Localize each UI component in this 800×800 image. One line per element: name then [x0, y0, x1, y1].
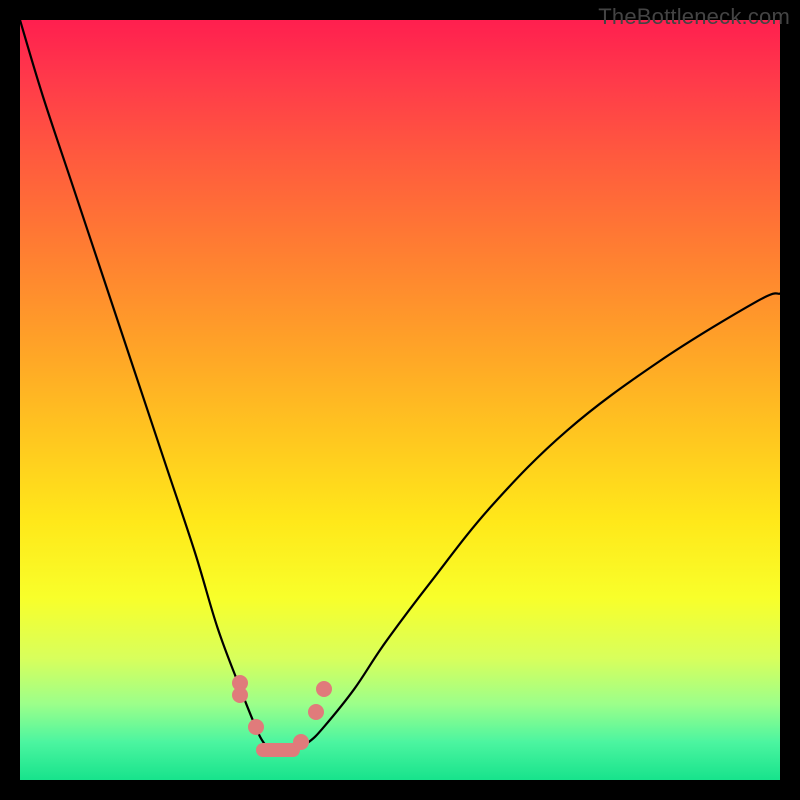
trough-marker-layer: [20, 20, 780, 780]
watermark-text: TheBottleneck.com: [598, 4, 790, 30]
trough-dot-marker: [248, 719, 264, 735]
plot-frame: [20, 20, 780, 780]
trough-dot-marker: [308, 704, 324, 720]
trough-dot-marker: [232, 687, 248, 703]
trough-dot-marker: [293, 734, 309, 750]
chart-stage: TheBottleneck.com: [0, 0, 800, 800]
trough-dot-marker: [316, 681, 332, 697]
